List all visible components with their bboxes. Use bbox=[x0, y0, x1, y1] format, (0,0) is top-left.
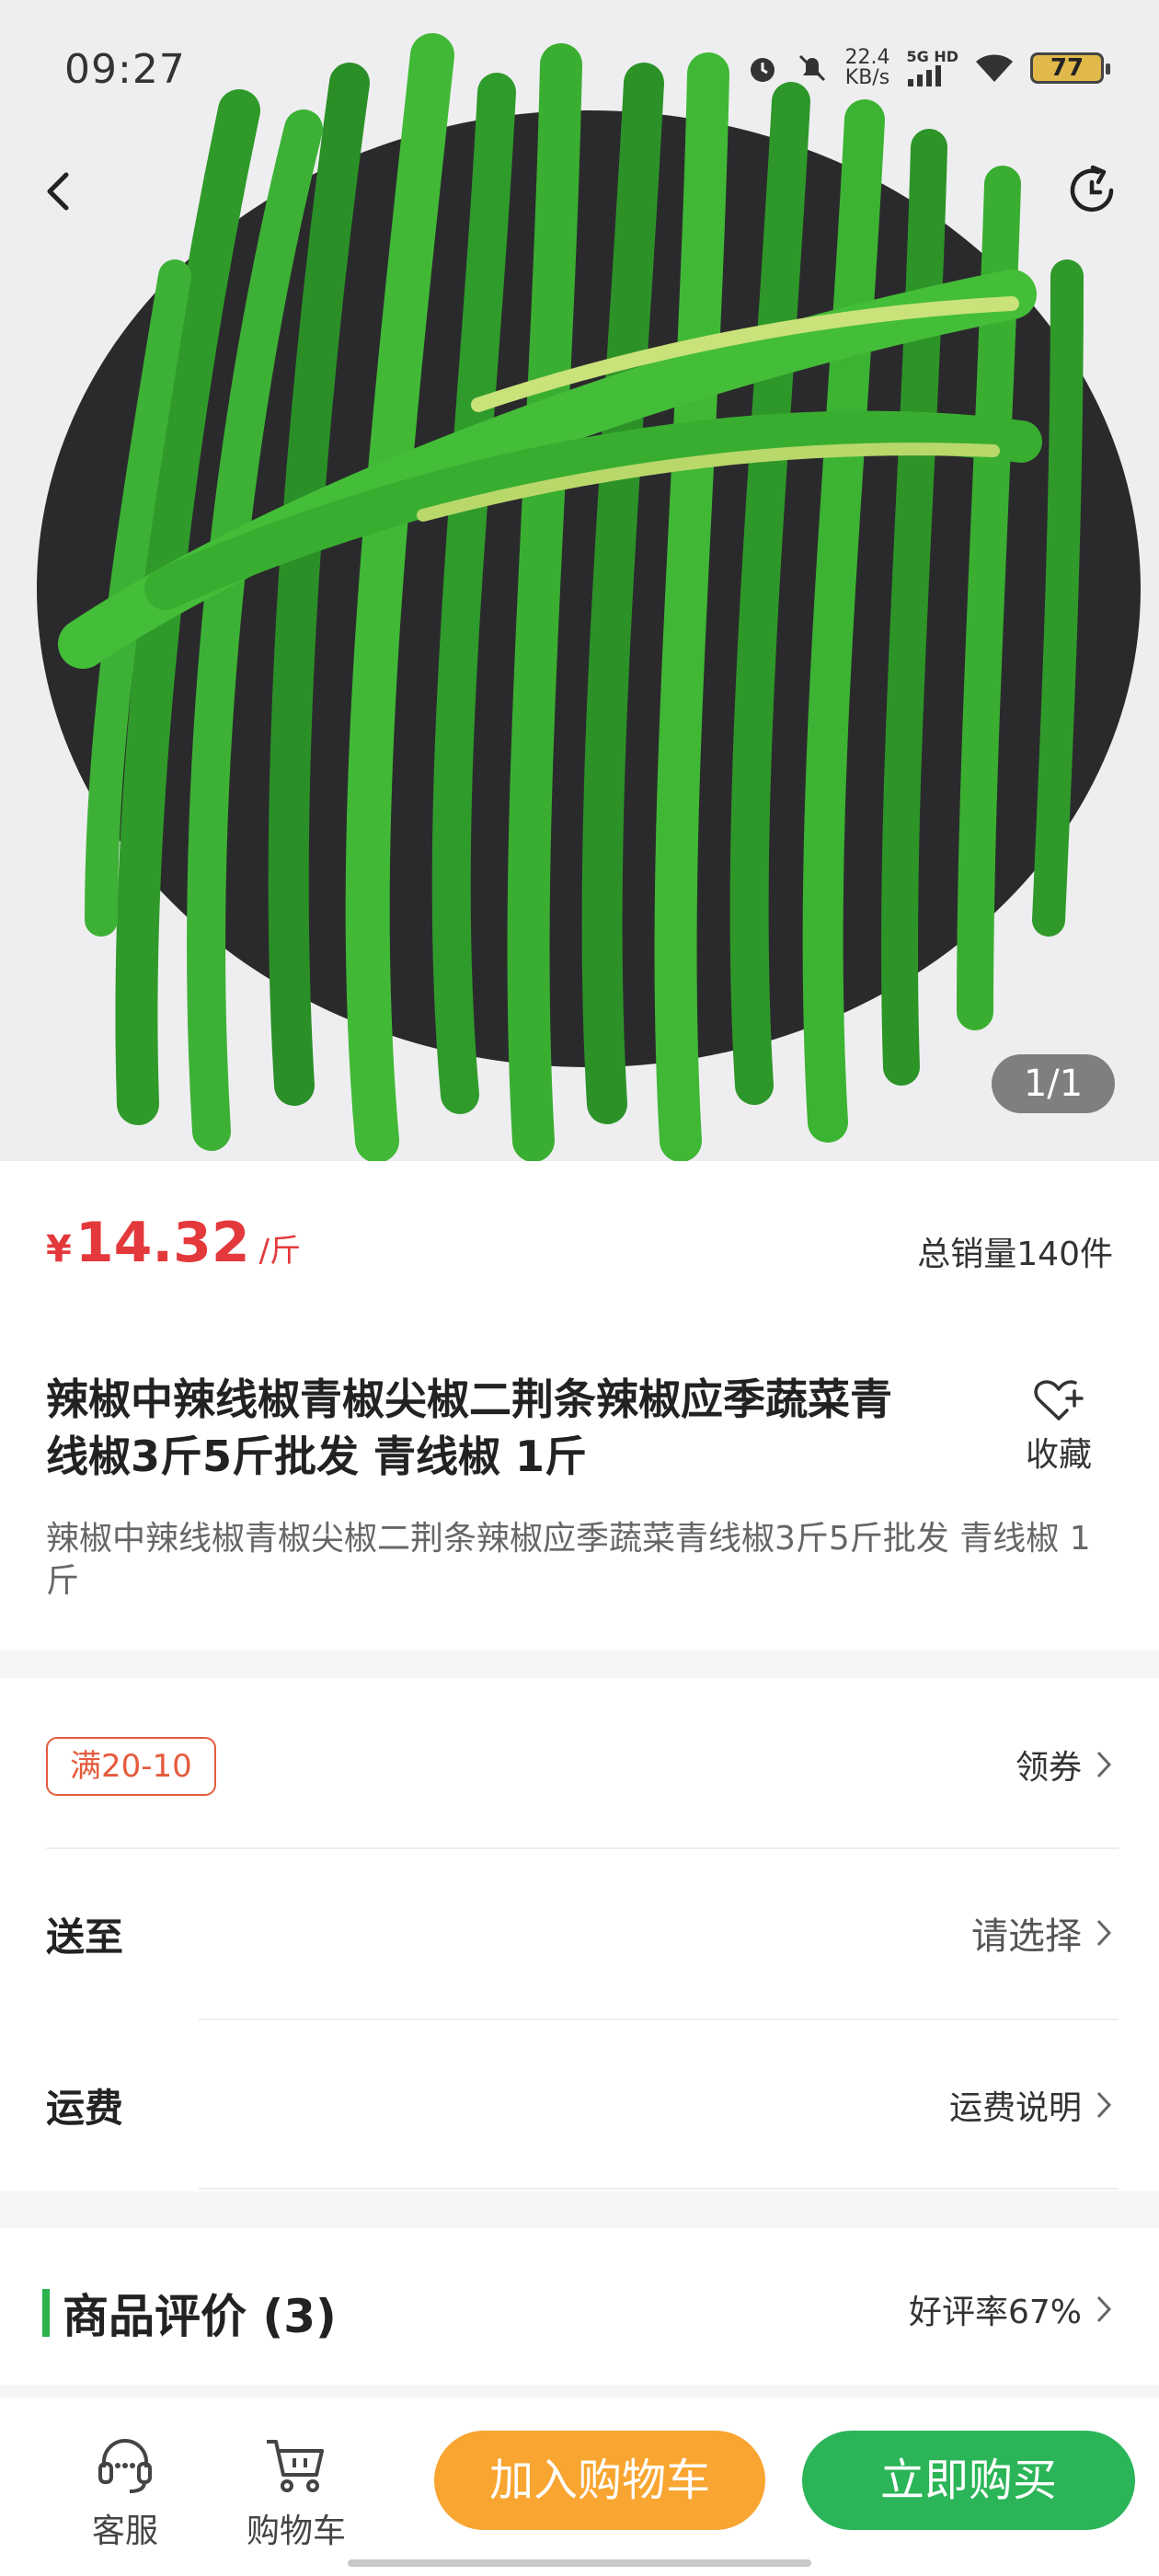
customer-service-button[interactable]: 客服 bbox=[61, 2432, 189, 2552]
reviews-title: 商品评价 (3) bbox=[63, 2290, 337, 2343]
get-coupon-link[interactable]: 领券 bbox=[1016, 1741, 1113, 1788]
delivery-value: 请选择 bbox=[971, 1915, 1082, 1958]
add-to-cart-button[interactable]: 加入购物车 bbox=[434, 2431, 765, 2530]
price-unit: /斤 bbox=[258, 1233, 302, 1270]
chevron-right-icon bbox=[1096, 2091, 1112, 2119]
cart-label: 购物车 bbox=[246, 2513, 346, 2550]
positive-rating: 好评率67% bbox=[908, 2294, 1082, 2331]
product-image[interactable]: 1/1 bbox=[0, 0, 1159, 1161]
buy-now-button[interactable]: 立即购买 bbox=[802, 2431, 1135, 2530]
shipping-info-link[interactable]: 运费说明 bbox=[949, 2081, 1113, 2129]
divider bbox=[199, 2188, 1119, 2190]
price-row: ¥ 14.32 /斤 总销量140件 bbox=[46, 1211, 1113, 1284]
price-value: 14.32 bbox=[75, 1211, 250, 1275]
reviews-accent-bar bbox=[42, 2289, 50, 2337]
reviews-header: 商品评价 (3) bbox=[42, 2280, 337, 2346]
product-subtitle: 辣椒中辣线椒青椒尖椒二荆条辣椒应季蔬菜青线椒3斤5斤批发 青线椒 1斤 bbox=[46, 1520, 1091, 1600]
product-title: 辣椒中辣线椒青椒尖椒二荆条辣椒应季蔬菜青线椒3斤5斤批发 青线椒 1斤 bbox=[46, 1374, 892, 1481]
delivery-label: 送至 bbox=[46, 1915, 124, 1960]
alarm-icon bbox=[750, 58, 775, 82]
home-indicator[interactable] bbox=[348, 2559, 811, 2567]
section-gap bbox=[0, 2385, 1159, 2398]
delivery-select[interactable]: 请选择 bbox=[971, 1906, 1113, 1960]
green-chili-peppers-photo bbox=[0, 0, 1159, 1161]
price: ¥ 14.32 /斤 bbox=[46, 1211, 301, 1275]
favorite-button[interactable]: 收藏 bbox=[1017, 1378, 1100, 1476]
total-sales: 总销量140件 bbox=[917, 1236, 1113, 1273]
share-icon[interactable] bbox=[1063, 162, 1120, 219]
back-icon[interactable] bbox=[33, 166, 85, 217]
get-coupon-label: 领券 bbox=[1015, 1749, 1082, 1787]
divider bbox=[46, 1847, 1119, 1849]
section-gap bbox=[0, 1650, 1159, 1678]
net-speed-unit: KB/s bbox=[844, 66, 890, 89]
cart-button[interactable]: 购物车 bbox=[232, 2432, 361, 2552]
heart-plus-icon bbox=[1034, 1380, 1084, 1420]
mute-icon bbox=[798, 54, 825, 82]
network-label: 5G HD bbox=[906, 48, 958, 65]
price-currency: ¥ bbox=[46, 1228, 72, 1271]
bottom-action-bar: 客服 购物车 加入购物车 立即购买 bbox=[0, 2398, 1159, 2576]
status-time: 09:27 bbox=[64, 46, 186, 93]
shipping-label: 运费 bbox=[46, 2086, 124, 2131]
network-type: 5G HD bbox=[906, 50, 958, 86]
coupon-tag: 满20-10 bbox=[46, 1737, 216, 1796]
shipping-info-label: 运费说明 bbox=[948, 2089, 1082, 2127]
chevron-right-icon bbox=[1096, 1919, 1112, 1947]
image-counter: 1/1 bbox=[992, 1054, 1115, 1113]
customer-service-label: 客服 bbox=[91, 2513, 158, 2550]
status-icons: 22.4 KB/s 5G HD 77 bbox=[746, 48, 1110, 88]
headset-icon bbox=[98, 2439, 152, 2493]
battery-icon: 77 bbox=[1030, 52, 1110, 84]
chevron-right-icon bbox=[1096, 1751, 1112, 1778]
divider bbox=[199, 2018, 1119, 2020]
wifi-icon bbox=[976, 54, 1013, 82]
signal-icon bbox=[908, 65, 942, 86]
chevron-right-icon bbox=[1096, 2295, 1112, 2323]
favorite-label: 收藏 bbox=[1025, 1436, 1092, 1474]
status-bar: 09:27 22.4 KB/s 5G HD 77 bbox=[0, 0, 1159, 138]
net-speed-value: 22.4 bbox=[844, 46, 890, 69]
section-gap bbox=[0, 2191, 1159, 2228]
reviews-link[interactable]: 好评率67% bbox=[909, 2285, 1113, 2333]
net-speed: 22.4 KB/s bbox=[845, 48, 890, 88]
cart-icon bbox=[267, 2440, 324, 2492]
